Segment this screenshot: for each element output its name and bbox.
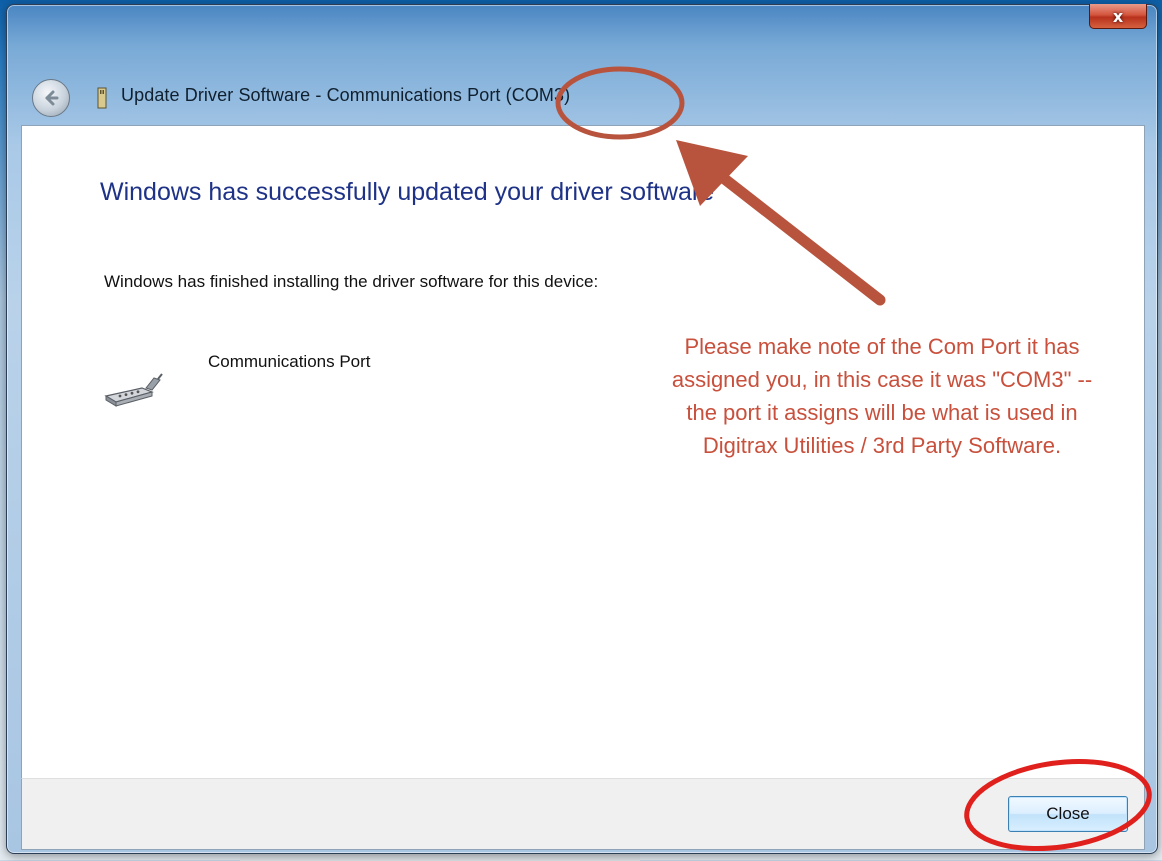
window-title: Update Driver Software - Communications … bbox=[121, 85, 571, 105]
footer-bar: Close bbox=[21, 778, 1145, 850]
dialog-window: x Update Driver Software - Communication… bbox=[6, 4, 1158, 854]
close-button[interactable]: Close bbox=[1008, 796, 1128, 832]
close-icon: x bbox=[1112, 6, 1124, 26]
back-button[interactable] bbox=[32, 79, 70, 117]
back-arrow-icon bbox=[45, 90, 59, 106]
serial-port-icon bbox=[104, 373, 163, 407]
content-panel: Windows has successfully updated your dr… bbox=[21, 125, 1145, 779]
usb-device-icon bbox=[97, 87, 107, 109]
title-bar: Update Driver Software - Communications … bbox=[7, 65, 1157, 123]
success-heading: Windows has successfully updated your dr… bbox=[100, 178, 715, 206]
window-close-button[interactable]: x bbox=[1089, 4, 1147, 29]
device-name: Communications Port bbox=[208, 352, 371, 371]
install-message: Windows has finished installing the driv… bbox=[104, 272, 599, 291]
annotation-note: Please make note of the Com Port it has … bbox=[671, 334, 1093, 458]
